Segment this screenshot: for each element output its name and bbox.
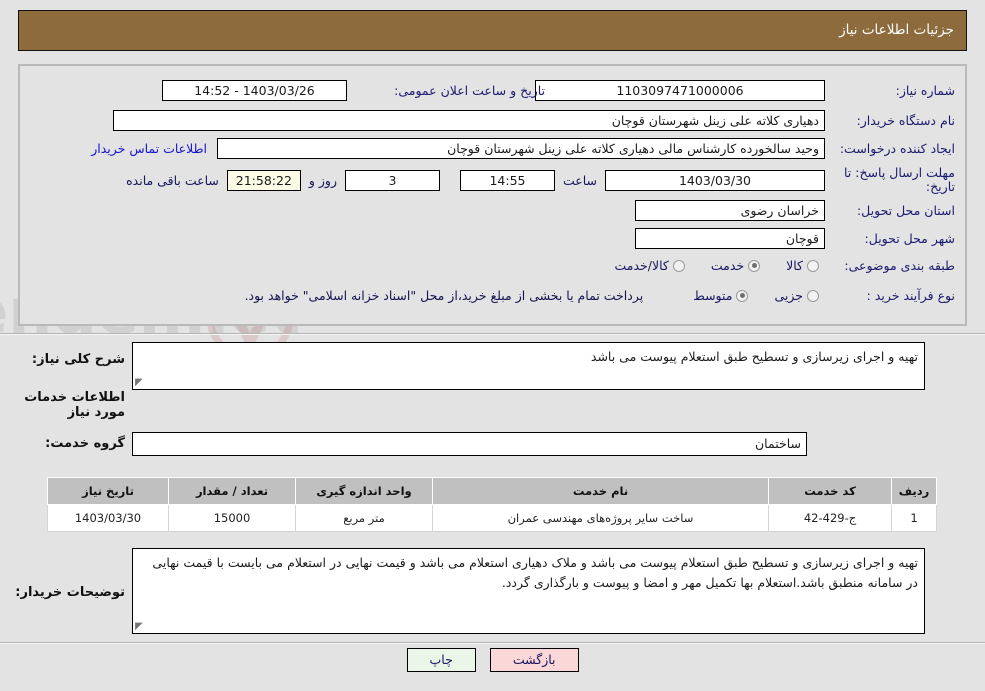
- col-unit: واحد اندازه گیری: [295, 477, 433, 505]
- announce-datetime-value: 1403/03/26 - 14:52: [162, 80, 347, 101]
- process-option-label: متوسط: [693, 288, 733, 303]
- divider-top: [0, 333, 985, 335]
- divider-bottom: [0, 642, 985, 644]
- deadline-hour-label: ساعت: [562, 172, 597, 188]
- buyer-org-value: دهیاری کلاته علی زینل شهرستان قوچان: [113, 110, 825, 131]
- radio-icon[interactable]: [672, 259, 685, 272]
- row-buyer-org: نام دستگاه خریدار: دهیاری کلاته علی زینل…: [113, 110, 955, 131]
- col-row-number: ردیف: [891, 477, 937, 505]
- category-option-label: کالا: [786, 258, 803, 273]
- process-option-label: جزیی: [774, 288, 803, 303]
- page-title: جزئیات اطلاعات نیاز: [839, 22, 954, 38]
- resize-grip-icon[interactable]: ◥: [135, 377, 145, 388]
- row-deadline: مهلت ارسال پاسخ: تا تاریخ: 1403/03/30 سا…: [126, 166, 955, 194]
- services-table: ردیف کد خدمت نام خدمت واحد اندازه گیری ت…: [47, 477, 937, 532]
- buyer-notes-textarea[interactable]: تهیه و اجرای زیرسازی و تسطیح طبق استعلام…: [132, 548, 925, 634]
- cell-تعداد / مقدار: 15000: [168, 504, 296, 532]
- deadline-date-value: 1403/03/30: [605, 169, 825, 191]
- row-province: استان محل تحویل: خراسان رضوی: [635, 200, 955, 221]
- col-quantity: تعداد / مقدار: [168, 477, 296, 505]
- requester-value: وحید سالخورده کارشناس مالی دهیاری کلاته …: [217, 138, 825, 159]
- resize-grip-icon[interactable]: ◥: [135, 621, 145, 632]
- row-city: شهر محل تحویل: قوچان: [635, 228, 955, 249]
- summary-value: تهیه و اجرای زیرسازی و تسطیح طبق استعلام…: [590, 349, 918, 364]
- col-service-name: نام خدمت: [432, 477, 769, 505]
- remaining-days-value: 3: [344, 169, 440, 191]
- row-requester: ایجاد کننده درخواست: وحید سالخورده کارشن…: [91, 138, 955, 159]
- col-need-date: تاریخ نیاز: [47, 477, 169, 505]
- services-section-title: اطلاعات خدمات مورد نیاز: [24, 390, 125, 420]
- remaining-days-label: روز و: [308, 172, 337, 188]
- need-number-value: 1103097471000006: [535, 80, 825, 101]
- cell-واحد اندازه گیری: متر مربع: [295, 504, 433, 532]
- announce-datetime-label: تاریخ و ساعت اعلان عمومی:: [394, 83, 545, 98]
- row-announce-datetime: تاریخ و ساعت اعلان عمومی: 1403/03/26 - 1…: [162, 80, 545, 101]
- process-label: نوع فرآیند خرید :: [866, 288, 955, 303]
- remaining-time-label: ساعت باقی مانده: [126, 172, 219, 188]
- deadline-label: مهلت ارسال پاسخ: تا تاریخ:: [844, 165, 955, 194]
- city-value: قوچان: [635, 228, 825, 249]
- table-row: 1 ج-429-42 ساخت سایر پروژه‌های مهندسی عمرا…: [47, 504, 937, 532]
- service-group-value: ساختمان: [132, 432, 807, 456]
- radio-icon[interactable]: [748, 259, 761, 272]
- summary-label: شرح کلی نیاز:: [31, 352, 125, 367]
- category-option-0[interactable]: کالا: [786, 258, 819, 273]
- requester-label: ایجاد کننده درخواست:: [839, 141, 955, 156]
- summary-field-wrap: تهیه و اجرای زیرسازی و تسطیح طبق استعلام…: [132, 342, 925, 390]
- row-category: طبقه بندی موضوعی: کالا خدمت کالا/خدمت: [588, 258, 955, 273]
- cell-تاریخ نیاز: 1403/03/30: [47, 504, 169, 532]
- buyer-org-label: نام دستگاه خریدار:: [856, 113, 955, 128]
- radio-icon[interactable]: [807, 289, 819, 302]
- need-info-panel: شماره نیاز: 1103097471000006 تاریخ و ساع…: [18, 64, 967, 326]
- category-option-1[interactable]: خدمت: [710, 258, 761, 273]
- remaining-time-countdown: 21:58:22: [226, 169, 301, 191]
- process-option-0[interactable]: جزیی: [774, 288, 819, 303]
- category-option-label: خدمت: [710, 258, 745, 273]
- process-option-1[interactable]: متوسط: [693, 288, 749, 303]
- buyer-contact-link[interactable]: اطلاعات تماس خریدار: [91, 141, 207, 156]
- need-number-label: شماره نیاز:: [895, 83, 955, 98]
- buyer-notes-field-wrap: تهیه و اجرای زیرسازی و تسطیح طبق استعلام…: [132, 548, 925, 634]
- col-service-code: کد خدمت: [768, 477, 892, 505]
- button-bar: بازگشت چاپ: [0, 648, 985, 672]
- row-need-number: شماره نیاز: 1103097471000006: [535, 80, 955, 101]
- return-button[interactable]: بازگشت: [489, 648, 579, 672]
- buyer-notes-label: توضیحات خریدار:: [15, 585, 125, 600]
- category-label: طبقه بندی موضوعی:: [844, 258, 955, 273]
- province-label: استان محل تحویل:: [856, 203, 955, 218]
- category-option-label: کالا/خدمت: [614, 258, 669, 273]
- category-option-2[interactable]: کالا/خدمت: [614, 258, 685, 273]
- service-group-label: گروه خدمت:: [45, 436, 125, 451]
- summary-textarea[interactable]: تهیه و اجرای زیرسازی و تسطیح طبق استعلام…: [132, 342, 925, 390]
- table-header-row: ردیف کد خدمت نام خدمت واحد اندازه گیری ت…: [47, 477, 937, 505]
- deadline-hour-value: 14:55: [459, 169, 555, 191]
- cell-کد خدمت: ج-429-42: [768, 504, 892, 532]
- cell-ردیف: 1: [891, 504, 937, 532]
- process-radio-group[interactable]: جزیی متوسط: [667, 288, 819, 303]
- radio-icon[interactable]: [807, 259, 819, 272]
- province-value: خراسان رضوی: [635, 200, 825, 221]
- page-title-bar: جزئیات اطلاعات نیاز: [18, 10, 967, 51]
- city-label: شهر محل تحویل:: [864, 231, 955, 246]
- print-button[interactable]: چاپ: [406, 648, 476, 672]
- payment-note: پرداخت تمام یا بخشی از مبلغ خرید،از محل …: [244, 288, 644, 303]
- cell-نام خدمت: ساخت سایر پروژه‌های مهندسی عمران: [432, 504, 769, 532]
- tender-detail-page: AriaTender.net جزئیات اطلاعات نیاز شماره…: [0, 0, 985, 691]
- category-radio-group[interactable]: کالا خدمت کالا/خدمت: [588, 258, 819, 273]
- buyer-notes-value: تهیه و اجرای زیرسازی و تسطیح طبق استعلام…: [152, 555, 918, 590]
- radio-icon[interactable]: [736, 289, 749, 302]
- row-process: نوع فرآیند خرید : جزیی متوسط پرداخت تمام …: [245, 288, 955, 303]
